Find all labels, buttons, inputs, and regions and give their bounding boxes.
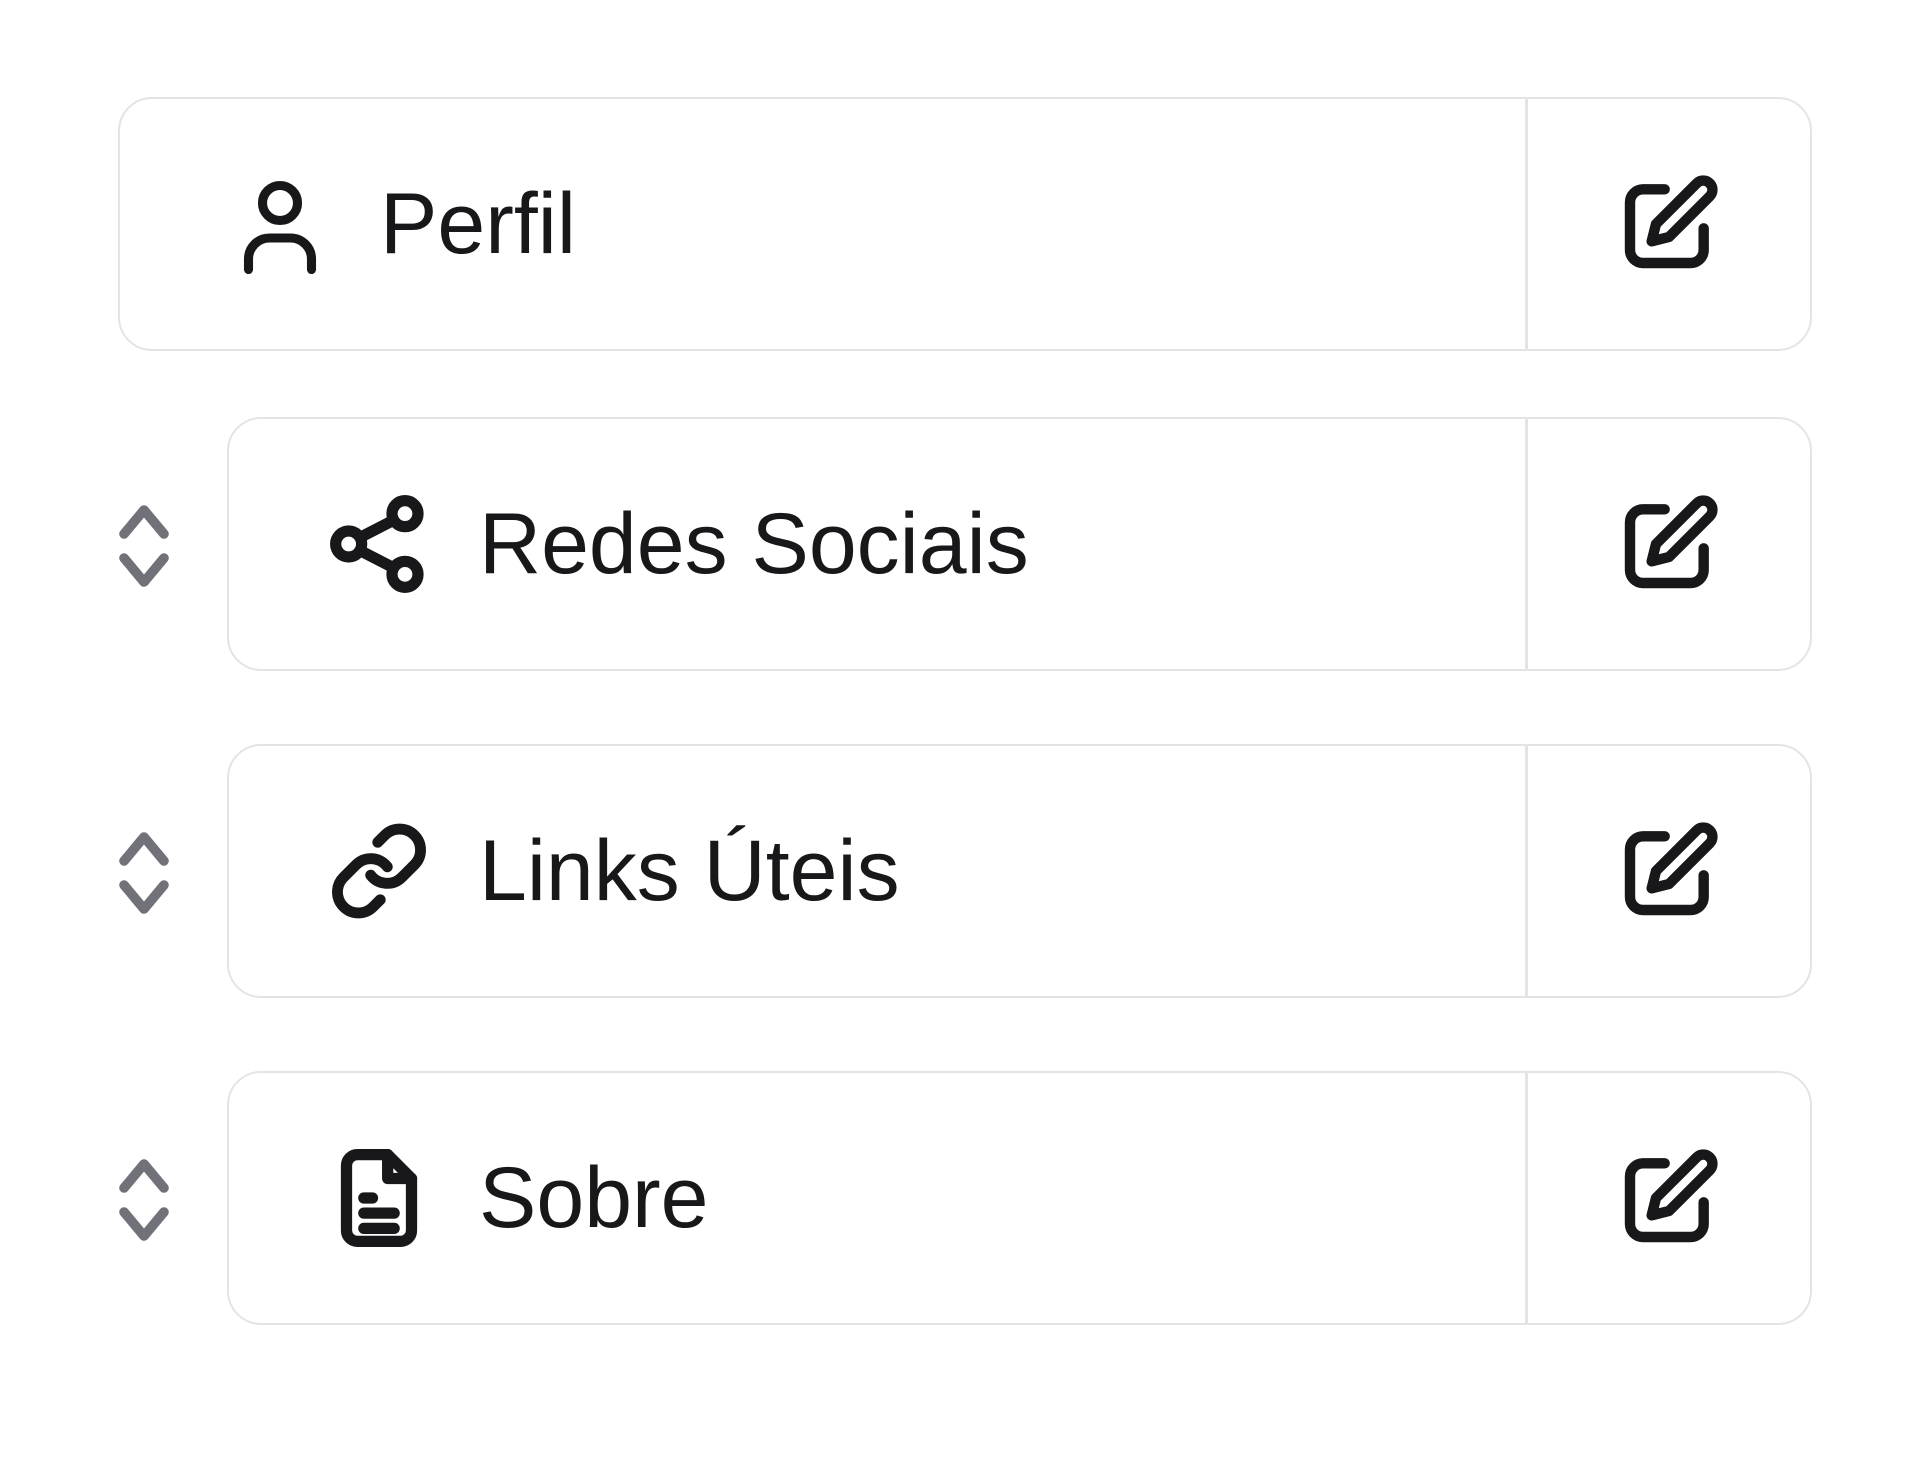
user-icon (226, 170, 334, 278)
drag-handle[interactable] (108, 821, 180, 925)
section-row-redes-sociais: Redes Sociais (0, 417, 1920, 675)
link-icon (325, 817, 433, 925)
section-item-redes-sociais[interactable]: Redes Sociais (229, 419, 1525, 669)
section-item-perfil[interactable]: Perfil (120, 99, 1525, 349)
drag-handle[interactable] (108, 494, 180, 598)
edit-icon (1617, 492, 1721, 596)
section-card-links-uteis: Links Úteis (227, 744, 1812, 998)
edit-button-redes-sociais[interactable] (1525, 419, 1810, 669)
edit-button-perfil[interactable] (1525, 99, 1810, 349)
section-row-sobre: Sobre (0, 1071, 1920, 1329)
section-label: Links Úteis (479, 823, 900, 919)
section-label: Perfil (380, 176, 576, 272)
section-card-sobre: Sobre (227, 1071, 1812, 1325)
section-label: Redes Sociais (479, 496, 1029, 592)
section-row-perfil: Perfil (0, 97, 1920, 355)
file-text-icon (325, 1144, 433, 1252)
sections-panel: Perfil Redes Sociais Links Úteis Sobre (0, 0, 1920, 1474)
edit-button-links-uteis[interactable] (1525, 746, 1810, 996)
edit-icon (1617, 172, 1721, 276)
edit-button-sobre[interactable] (1525, 1073, 1810, 1323)
chevron-up-down-icon (116, 498, 172, 594)
section-card-redes-sociais: Redes Sociais (227, 417, 1812, 671)
section-item-links-uteis[interactable]: Links Úteis (229, 746, 1525, 996)
edit-icon (1617, 819, 1721, 923)
section-card-perfil: Perfil (118, 97, 1812, 351)
chevron-up-down-icon (116, 1152, 172, 1248)
section-row-links-uteis: Links Úteis (0, 744, 1920, 1002)
chevron-up-down-icon (116, 825, 172, 921)
edit-icon (1617, 1146, 1721, 1250)
section-item-sobre[interactable]: Sobre (229, 1073, 1525, 1323)
share-icon (325, 490, 433, 598)
drag-handle[interactable] (108, 1148, 180, 1252)
section-label: Sobre (479, 1150, 709, 1246)
